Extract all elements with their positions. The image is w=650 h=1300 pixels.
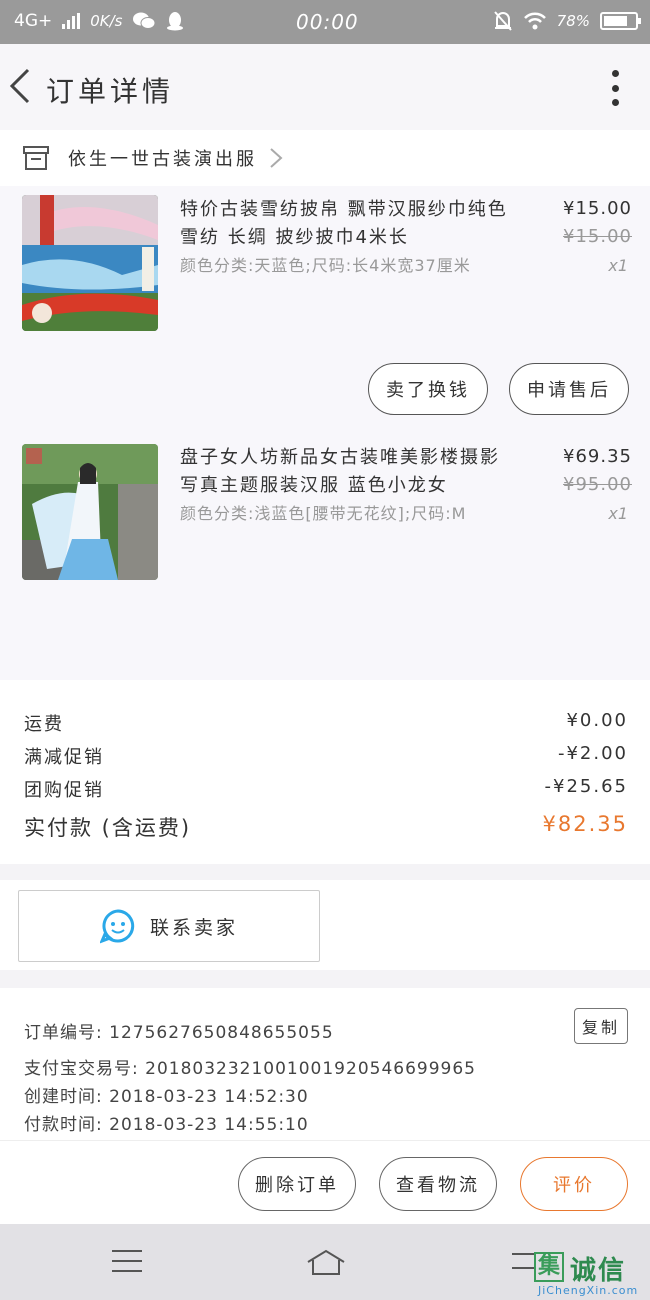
contact-seller-label: 联系卖家 xyxy=(149,916,238,939)
product-price: ¥69.35 xyxy=(563,446,632,467)
store-icon xyxy=(23,146,49,170)
paid-time: 付款时间: 2018-03-23 14:55:10 xyxy=(24,1115,309,1135)
created-time: 创建时间: 2018-03-23 14:52:30 xyxy=(24,1087,309,1107)
product-item[interactable]: 特价古装雪纺披帛 飘带汉服纱巾纯色雪纺 长绸 披纱披巾4米长 颜色分类:天蓝色;… xyxy=(0,186,650,426)
menu-icon[interactable] xyxy=(112,1248,142,1274)
watermark-logo: 集 xyxy=(534,1252,564,1282)
network-speed: 0K/s xyxy=(90,12,123,30)
status-time: 00:00 xyxy=(296,10,359,34)
contact-seller-button[interactable]: 联系卖家 xyxy=(18,890,320,962)
review-button[interactable]: 评价 xyxy=(520,1157,628,1211)
status-bar: 4G+ 0K/s 00:00 78% xyxy=(0,0,650,44)
mute-bell-icon xyxy=(493,11,512,31)
fee-value: ¥0.00 xyxy=(566,710,628,731)
status-right: 78% xyxy=(493,10,641,32)
delete-order-button[interactable]: 删除订单 xyxy=(238,1157,356,1211)
contact-area: 联系卖家 xyxy=(0,880,650,970)
sell-for-cash-button[interactable]: 卖了换钱 xyxy=(368,363,488,415)
order-info: 订单编号: 1275627650848655055 复制 支付宝交易号: 201… xyxy=(0,988,650,1140)
wechat-icon xyxy=(133,12,156,29)
product-title: 特价古装雪纺披帛 飘带汉服纱巾纯色雪纺 长绸 披纱披巾4米长 xyxy=(180,199,508,248)
fee-summary: 运费 ¥0.00 满减促销 -¥2.00 团购促销 -¥25.65 实付款 (含… xyxy=(0,680,650,864)
product-original-price: ¥95.00 xyxy=(563,474,632,495)
home-icon[interactable] xyxy=(306,1248,346,1276)
product-spec: 颜色分类:天蓝色;尺码:长4米宽37厘米 xyxy=(180,256,471,275)
product-quantity: x1 xyxy=(608,256,628,275)
product-thumbnail[interactable] xyxy=(22,195,158,331)
order-number: 订单编号: 1275627650848655055 xyxy=(24,1023,334,1043)
status-left: 4G+ 0K/s xyxy=(14,11,184,31)
product-original-price: ¥15.00 xyxy=(563,226,632,247)
product-list: 特价古装雪纺披帛 飘带汉服纱巾纯色雪纺 长绸 披纱披巾4米长 颜色分类:天蓝色;… xyxy=(0,186,650,680)
product-spec: 颜色分类:浅蓝色[腰带无花纹];尺码:M xyxy=(180,504,467,523)
product-title: 盘子女人坊新品女古装唯美影楼摄影写真主题服装汉服 蓝色小龙女 xyxy=(180,447,500,496)
chat-face-icon xyxy=(99,909,135,944)
fee-label: 团购促销 xyxy=(24,780,104,801)
nav-bar: 订单详情 xyxy=(0,44,650,130)
after-sales-button[interactable]: 申请售后 xyxy=(509,363,629,415)
fee-value: -¥25.65 xyxy=(544,776,628,797)
shop-name: 依生一世古装演出服 xyxy=(68,149,257,170)
fee-label: 满减促销 xyxy=(24,747,104,768)
alipay-transaction-number: 支付宝交易号: 2018032321001001920546699965 xyxy=(24,1059,476,1079)
battery-icon xyxy=(600,12,641,30)
more-menu-icon[interactable] xyxy=(610,70,620,106)
product-item[interactable]: 盘子女人坊新品女古装唯美影楼摄影写真主题服装汉服 蓝色小龙女 颜色分类:浅蓝色[… xyxy=(0,432,650,672)
total-label: 实付款 (含运费) xyxy=(24,816,192,840)
chevron-right-icon xyxy=(270,148,283,168)
total-value: ¥82.35 xyxy=(542,812,628,836)
page-title: 订单详情 xyxy=(46,75,175,108)
site-watermark: 集 诚信 JiChengXin.com xyxy=(534,1248,650,1300)
qq-icon xyxy=(167,12,184,31)
battery-percent: 78% xyxy=(556,12,590,30)
view-logistics-button[interactable]: 查看物流 xyxy=(379,1157,497,1211)
fee-value: -¥2.00 xyxy=(557,743,628,764)
copy-button[interactable]: 复制 xyxy=(574,1008,628,1044)
fee-label: 运费 xyxy=(24,714,64,735)
order-action-bar: 删除订单 查看物流 评价 xyxy=(0,1140,650,1224)
network-type: 4G+ xyxy=(14,11,53,31)
watermark-name: 诚信 xyxy=(570,1256,627,1286)
fee-row-discount: 满减促销 -¥2.00 xyxy=(24,743,628,769)
fee-row-shipping: 运费 ¥0.00 xyxy=(24,710,628,736)
product-thumbnail[interactable] xyxy=(22,444,158,580)
fee-row-group-buy: 团购促销 -¥25.65 xyxy=(24,776,628,802)
product-quantity: x1 xyxy=(608,504,628,523)
back-arrow-icon[interactable] xyxy=(6,66,36,106)
watermark-url: JiChengXin.com xyxy=(538,1284,639,1297)
total-paid-row: 实付款 (含运费) ¥82.35 xyxy=(24,812,628,842)
signal-icon xyxy=(62,13,81,29)
shop-row[interactable]: 依生一世古装演出服 xyxy=(0,130,650,186)
wifi-icon xyxy=(523,12,546,30)
product-price: ¥15.00 xyxy=(563,198,632,219)
